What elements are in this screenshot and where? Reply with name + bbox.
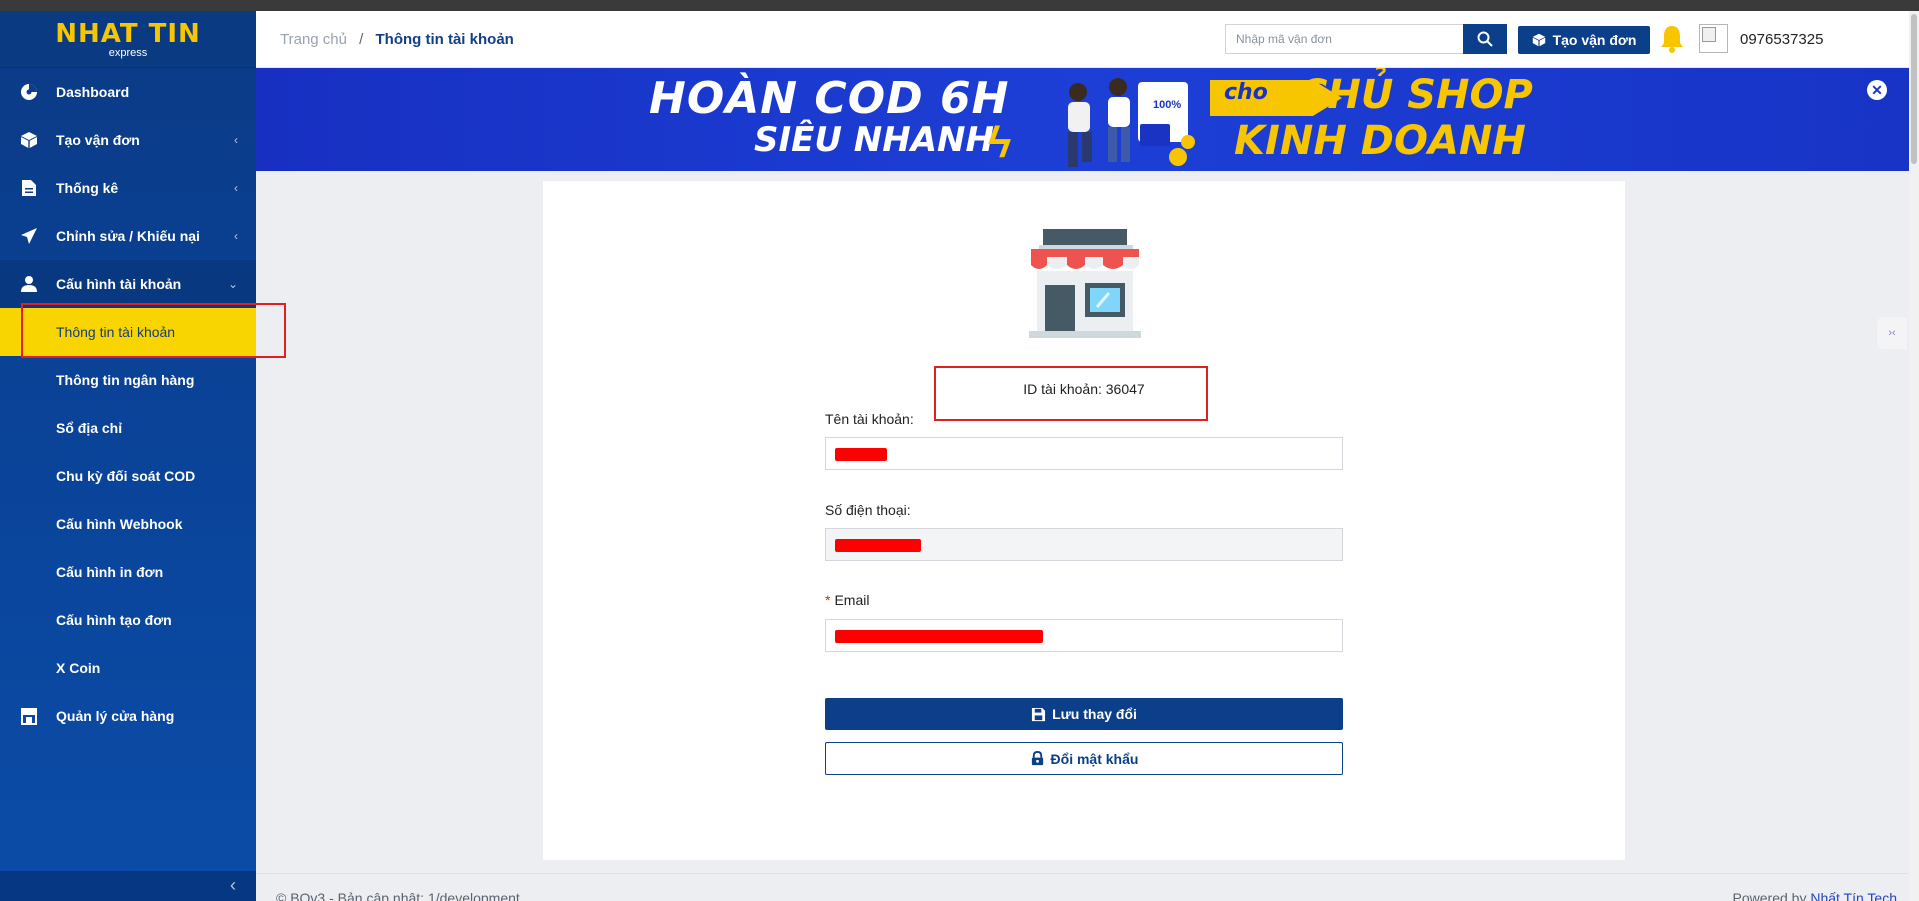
create-order-button[interactable]: Tạo vận đơn bbox=[1518, 26, 1650, 54]
sidebar-item-label: Quản lý cửa hàng bbox=[56, 708, 175, 724]
logo-sub-text: express bbox=[108, 46, 148, 59]
dashboard-icon bbox=[18, 81, 40, 103]
page-scrollbar-thumb[interactable] bbox=[1911, 14, 1917, 164]
redaction-mark bbox=[835, 539, 921, 552]
account-name-input[interactable] bbox=[825, 437, 1343, 470]
redaction-mark bbox=[835, 448, 887, 461]
breadcrumb-separator: / bbox=[359, 31, 364, 48]
sidebar-subitem-bank-info[interactable]: Thông tin ngân hàng bbox=[0, 356, 256, 404]
sidebar-item-store-management[interactable]: Quản lý cửa hàng bbox=[0, 692, 256, 740]
sidebar-subitem-print-config[interactable]: Cấu hình in đơn bbox=[0, 548, 256, 596]
email-label: * Email bbox=[825, 592, 869, 608]
banner-headline: HOÀN COD 6H bbox=[649, 73, 1010, 124]
breadcrumb-current: Thông tin tài khoản bbox=[375, 31, 514, 48]
promo-banner[interactable]: HOÀN COD 6H SIÊU NHANH ϟ 100% cho CHỦ SH… bbox=[256, 68, 1909, 171]
banner-illustration: 100% bbox=[1068, 78, 1195, 167]
store-icon bbox=[18, 705, 40, 727]
svg-text:100%: 100% bbox=[1153, 99, 1181, 111]
sidebar-subitem-cod-cycle[interactable]: Chu kỳ đối soát COD bbox=[0, 452, 256, 500]
breadcrumb: Trang chủ / Thông tin tài khoản bbox=[280, 31, 514, 48]
close-icon: ✕ bbox=[1871, 82, 1883, 98]
sidebar-subitem-address-book[interactable]: Sổ địa chỉ bbox=[0, 404, 256, 452]
banner-yellow-line1: CHỦ SHOP bbox=[1298, 72, 1533, 118]
sidebar-item-label: Thống kê bbox=[56, 180, 119, 196]
paper-plane-icon bbox=[18, 225, 40, 247]
bell-icon[interactable] bbox=[1659, 24, 1685, 54]
sidebar-subitem-account-info[interactable]: Thông tin tài khoản bbox=[0, 308, 256, 356]
chevron-left-icon: ‹ bbox=[234, 133, 238, 147]
floppy-disk-icon bbox=[1032, 707, 1046, 721]
lock-icon bbox=[1031, 751, 1043, 766]
sidebar: NHAT TIN express Dashboard Tạo vận đơn ‹… bbox=[0, 11, 256, 901]
banner-subheadline: SIÊU NHANH bbox=[754, 120, 994, 160]
change-password-button[interactable]: Đổi mật khẩu bbox=[825, 742, 1343, 775]
logo[interactable]: NHAT TIN express bbox=[0, 11, 256, 68]
footer-powered-text: Powered by bbox=[1732, 890, 1807, 901]
required-asterisk: * bbox=[825, 592, 831, 608]
save-changes-button[interactable]: Lưu thay đổi bbox=[825, 698, 1343, 730]
chevron-left-icon: ‹ bbox=[234, 181, 238, 195]
email-label-text: Email bbox=[834, 592, 870, 608]
footer-version: © BOv3 - Bản cập nhật: 1/development bbox=[276, 890, 520, 901]
chevron-left-icon: ‹ bbox=[230, 875, 236, 895]
redaction-mark bbox=[835, 630, 1043, 643]
sidebar-item-label: Tạo vận đơn bbox=[56, 132, 140, 148]
chevron-left-icon: ‹ bbox=[234, 229, 238, 243]
sidebar-subitem-order-config[interactable]: Cấu hình tạo đơn bbox=[0, 596, 256, 644]
search-button[interactable] bbox=[1463, 24, 1507, 54]
sidebar-item-create-order[interactable]: Tạo vận đơn ‹ bbox=[0, 116, 256, 164]
box-icon bbox=[1532, 33, 1545, 47]
top-header: Trang chủ / Thông tin tài khoản Tạo vận … bbox=[256, 11, 1919, 68]
banner-close-button[interactable]: ✕ bbox=[1867, 80, 1887, 100]
account-name-label: Tên tài khoản: bbox=[825, 411, 914, 427]
footer: © BOv3 - Bản cập nhật: 1/development Pow… bbox=[256, 873, 1909, 901]
footer-company-link[interactable]: Nhất Tín Tech bbox=[1810, 890, 1897, 901]
change-password-label: Đổi mật khẩu bbox=[1050, 750, 1139, 767]
account-info-card: ID tài khoản: 36047 Tên tài khoản: Số đi… bbox=[543, 181, 1625, 860]
sidebar-subitem-xcoin[interactable]: X Coin bbox=[0, 644, 256, 692]
browser-top-strip bbox=[0, 0, 1919, 11]
user-phone[interactable]: 0976537325 bbox=[1740, 31, 1823, 48]
sidebar-item-label: Cấu hình tài khoản bbox=[56, 276, 182, 292]
search-icon bbox=[1477, 31, 1493, 47]
save-changes-label: Lưu thay đổi bbox=[1052, 706, 1137, 722]
phone-label: Số điện thoại: bbox=[825, 502, 911, 518]
sidebar-subitem-webhook[interactable]: Cấu hình Webhook bbox=[0, 500, 256, 548]
tracking-search-input[interactable] bbox=[1225, 24, 1463, 54]
side-widget-icon[interactable]: ›‹ bbox=[1877, 317, 1907, 349]
avatar[interactable] bbox=[1699, 24, 1728, 53]
sidebar-item-dashboard[interactable]: Dashboard bbox=[0, 68, 256, 116]
sidebar-item-label: Dashboard bbox=[56, 84, 130, 100]
sidebar-collapse-toggle[interactable]: ‹ bbox=[0, 871, 256, 901]
banner-cho-text: cho bbox=[1224, 80, 1268, 105]
chevron-down-icon: ⌄ bbox=[227, 277, 238, 291]
create-order-label: Tạo vận đơn bbox=[1552, 32, 1637, 48]
banner-yellow-line2: KINH DOANH bbox=[1234, 118, 1526, 164]
user-icon bbox=[18, 273, 40, 295]
account-id-text: ID tài khoản: 36047 bbox=[1023, 381, 1145, 397]
lightning-icon: ϟ bbox=[988, 118, 1012, 167]
sidebar-item-edit-complaint[interactable]: Chỉnh sửa / Khiếu nại ‹ bbox=[0, 212, 256, 260]
box-icon bbox=[18, 129, 40, 151]
footer-powered: Powered by Nhất Tín Tech bbox=[1733, 890, 1897, 901]
store-illustration-icon bbox=[1029, 229, 1141, 338]
breadcrumb-home-link[interactable]: Trang chủ bbox=[280, 31, 347, 48]
document-icon bbox=[18, 177, 40, 199]
sidebar-item-statistics[interactable]: Thống kê ‹ bbox=[0, 164, 256, 212]
logo-main-text: NHAT TIN bbox=[55, 18, 201, 49]
sidebar-item-account-settings[interactable]: Cấu hình tài khoản ⌄ bbox=[0, 260, 256, 308]
sidebar-item-label: Chỉnh sửa / Khiếu nại bbox=[56, 228, 200, 244]
